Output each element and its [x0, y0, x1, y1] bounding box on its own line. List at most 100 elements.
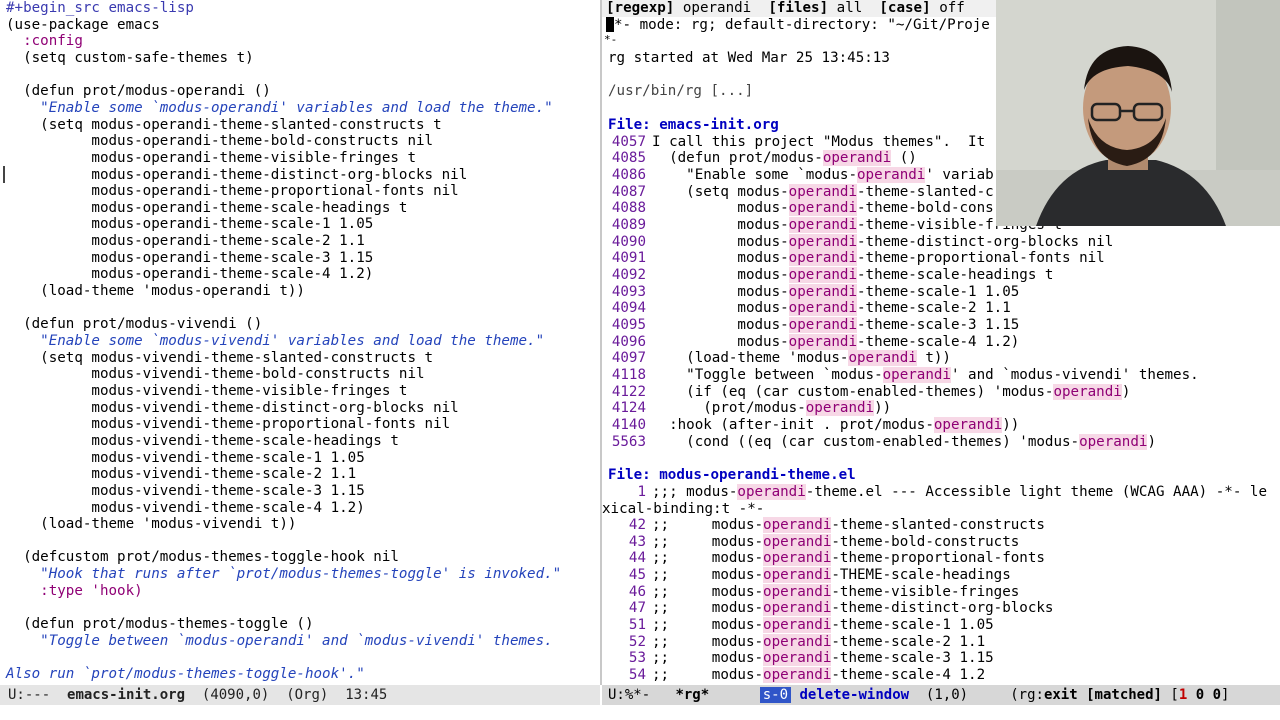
file1-header[interactable]: File: emacs-init.org: [608, 117, 779, 134]
rg-result-line[interactable]: 4124 (prot/modus-operandi)): [608, 400, 891, 417]
right-mode-line[interactable]: U:%*- *rg* s-0 delete-window (1,0) (rg:e…: [602, 685, 1280, 705]
files-label[interactable]: [files]: [768, 0, 828, 16]
code-line[interactable]: modus-operandi-theme-proportional-fonts …: [6, 183, 458, 200]
line-number: 46: [628, 583, 646, 600]
code-line[interactable]: (defun prot/modus-vivendi (): [6, 316, 262, 333]
code-line[interactable]: "Enable some `modus-vivendi' variables a…: [6, 333, 544, 350]
case-value[interactable]: off: [939, 0, 965, 16]
code-line[interactable]: modus-operandi-theme-scale-1 1.05: [6, 216, 373, 233]
rg-result-line[interactable]: 4093 modus-operandi-theme-scale-1 1.05: [608, 283, 1019, 301]
rg-result-line[interactable]: 4122 (if (eq (car custom-enabled-themes)…: [608, 383, 1130, 401]
code-line[interactable]: (setq custom-safe-themes t): [6, 50, 254, 67]
code-line[interactable]: (defun prot/modus-operandi (): [6, 83, 271, 100]
rg-result-line[interactable]: 52 ;; modus-operandi-theme-scale-2 1.1: [608, 633, 985, 651]
cursor-position: (4090,0): [201, 687, 270, 703]
rg-result-line[interactable]: 1 ;;; modus-operandi-theme.el --- Accessi…: [608, 484, 1267, 501]
code-line[interactable]: modus-vivendi-theme-scale-3 1.15: [6, 483, 364, 500]
code-line[interactable]: modus-vivendi-theme-scale-headings t: [6, 433, 399, 450]
match-highlight: operandi: [763, 583, 832, 600]
rg-result-line[interactable]: 4057 I call this project "Modus themes". …: [608, 134, 985, 151]
rg-result-line[interactable]: 5563 (cond ((eq (car custom-enabled-them…: [608, 433, 1156, 451]
rg-result-line[interactable]: 4097 (load-theme 'modus-operandi t)): [608, 350, 951, 367]
result-text-before: "Toggle between `modus-: [652, 367, 883, 384]
rg-header: [regexp] operandi [files] all [case] off: [606, 0, 965, 17]
code-line[interactable]: :config: [6, 33, 83, 50]
code-line[interactable]: (defcustom prot/modus-themes-toggle-hook…: [6, 549, 399, 566]
line-number: 4095: [611, 316, 646, 333]
buffer-name[interactable]: emacs-init.org: [67, 687, 185, 703]
rg-result-line[interactable]: 4090 modus-operandi-theme-distinct-org-b…: [608, 233, 1113, 251]
echo-area[interactable]: [0, 705, 1280, 720]
rg-result-line[interactable]: 4091 modus-operandi-theme-proportional-f…: [608, 250, 1105, 267]
rg-result-line[interactable]: 42 ;; modus-operandi-theme-slanted-constr…: [608, 517, 1045, 534]
code-line[interactable]: (load-theme 'modus-vivendi t)): [6, 516, 296, 533]
code-line[interactable]: modus-vivendi-theme-scale-2 1.1: [6, 466, 356, 483]
code-line[interactable]: (setq modus-operandi-theme-slanted-const…: [6, 117, 441, 134]
rg-result-line[interactable]: 54 ;; modus-operandi-theme-scale-4 1.2: [608, 667, 985, 684]
rg-result-line[interactable]: 4096 modus-operandi-theme-scale-4 1.2): [608, 333, 1019, 351]
code-line[interactable]: (load-theme 'modus-operandi t)): [6, 283, 305, 300]
match-highlight: operandi: [788, 283, 858, 300]
rg-result-line[interactable]: 4094 modus-operandi-theme-scale-2 1.1: [608, 300, 1011, 317]
result-text-after: -theme.el --- Accessible light theme (WC…: [805, 484, 1268, 500]
code-line[interactable]: modus-vivendi-theme-scale-4 1.2): [6, 500, 364, 517]
code-line[interactable]: :type 'hook): [6, 583, 143, 600]
code-line[interactable]: modus-operandi-theme-scale-4 1.2): [6, 266, 373, 283]
code-line[interactable]: modus-vivendi-theme-bold-constructs nil: [6, 366, 424, 383]
rg-result-line[interactable]: 4092 modus-operandi-theme-scale-headings…: [608, 266, 1053, 284]
code-line[interactable]: modus-operandi-theme-distinct-org-blocks…: [6, 167, 467, 184]
rg-result-line[interactable]: 45 ;; modus-operandi-THEME-scale-headings: [608, 567, 1011, 584]
result-text-after: -theme-scale-3 1.15: [857, 316, 1020, 333]
code-line[interactable]: modus-operandi-theme-bold-constructs nil: [6, 133, 433, 150]
rg-result-line[interactable]: 51 ;; modus-operandi-theme-scale-1 1.05: [608, 617, 994, 634]
code-line[interactable]: modus-operandi-theme-visible-fringes t: [6, 150, 416, 167]
rg-result-line[interactable]: 4118 "Toggle between `modus-operandi' an…: [608, 367, 1199, 384]
code-line[interactable]: #+begin_src emacs-lisp: [6, 0, 194, 17]
buffer-name[interactable]: *rg*: [675, 687, 709, 703]
code-line[interactable]: modus-operandi-theme-scale-2 1.1: [6, 233, 364, 250]
file1-name[interactable]: emacs-init.org: [659, 117, 779, 133]
code-line[interactable]: "Toggle between `modus-operandi' and `mo…: [6, 633, 553, 650]
code-line[interactable]: Also run `prot/modus-themes-toggle-hook'…: [6, 666, 365, 683]
files-value[interactable]: all: [837, 0, 863, 16]
rg-result-line[interactable]: 4140 :hook (after-init . prot/modus-oper…: [608, 417, 1019, 434]
match-highlight: operandi: [763, 517, 832, 533]
rg-result-line[interactable]: 4089 modus-operandi-theme-visible-fringe…: [608, 216, 1062, 234]
result-text-after: ' and `modus-vivendi' themes.: [950, 367, 1199, 384]
rg-result-line[interactable]: 4086 "Enable some `modus-operandi' varia…: [608, 166, 994, 184]
code-line[interactable]: "Enable some `modus-operandi' variables …: [6, 100, 553, 117]
regexp-value[interactable]: operandi: [683, 0, 751, 16]
result-text-after: ): [1147, 433, 1156, 450]
rg-result-line[interactable]: 43 ;; modus-operandi-theme-bold-construct…: [608, 533, 1020, 551]
code-line[interactable]: modus-operandi-theme-scale-3 1.15: [6, 250, 373, 267]
result-text-after: -theme-bold-cons: [857, 200, 994, 217]
code-line[interactable]: modus-vivendi-theme-distinct-org-blocks …: [6, 400, 458, 417]
left-editor-window[interactable]: #+begin_src emacs-lisp (use-package emacs…: [0, 0, 600, 685]
left-mode-line[interactable]: U:--- emacs-init.org (4090,0) (Org) 13:4…: [0, 685, 600, 705]
code-line[interactable]: modus-operandi-theme-scale-headings t: [6, 200, 407, 217]
rg-result-line[interactable]: 46 ;; modus-operandi-theme-visible-fringe…: [608, 583, 1019, 601]
major-mode[interactable]: (Org): [286, 687, 328, 703]
result-text-after: -theme-bold-constructs: [831, 533, 1020, 550]
rg-result-line[interactable]: 4087 (setq modus-operandi-theme-slanted-…: [608, 183, 994, 201]
case-label[interactable]: [case]: [879, 0, 930, 16]
rg-result-line[interactable]: 44 ;; modus-operandi-theme-proportional-f…: [608, 550, 1045, 567]
code-line[interactable]: modus-vivendi-theme-scale-1 1.05: [6, 450, 364, 467]
rg-result-line[interactable]: 4095 modus-operandi-theme-scale-3 1.15: [608, 316, 1020, 334]
code-line[interactable]: modus-vivendi-theme-proportional-fonts n…: [6, 416, 450, 433]
rg-result-line[interactable]: 4088 modus-operandi-theme-bold-cons: [608, 200, 994, 217]
rg-result-line[interactable]: 53 ;; modus-operandi-theme-scale-3 1.15: [608, 650, 994, 667]
rg-result-line[interactable]: 4085 (defun prot/modus-operandi (): [608, 150, 917, 167]
match-highlight: operandi: [805, 400, 875, 417]
code-line[interactable]: modus-vivendi-theme-visible-fringes t: [6, 383, 407, 400]
rg-command-line[interactable]: /usr/bin/rg [...]: [608, 83, 753, 100]
regexp-label[interactable]: [regexp]: [606, 0, 674, 16]
code-line[interactable]: (use-package emacs: [6, 17, 160, 34]
file2-name[interactable]: modus-operandi-theme.el: [659, 467, 855, 483]
result-text-before: ;; modus-: [652, 567, 764, 584]
file2-header[interactable]: File: modus-operandi-theme.el: [608, 467, 856, 484]
code-line[interactable]: "Hook that runs after `prot/modus-themes…: [6, 566, 561, 583]
code-line[interactable]: (defun prot/modus-themes-toggle (): [6, 616, 313, 633]
code-line[interactable]: (setq modus-vivendi-theme-slanted-constr…: [6, 350, 433, 367]
rg-result-line[interactable]: 47 ;; modus-operandi-theme-distinct-org-b…: [608, 600, 1053, 617]
